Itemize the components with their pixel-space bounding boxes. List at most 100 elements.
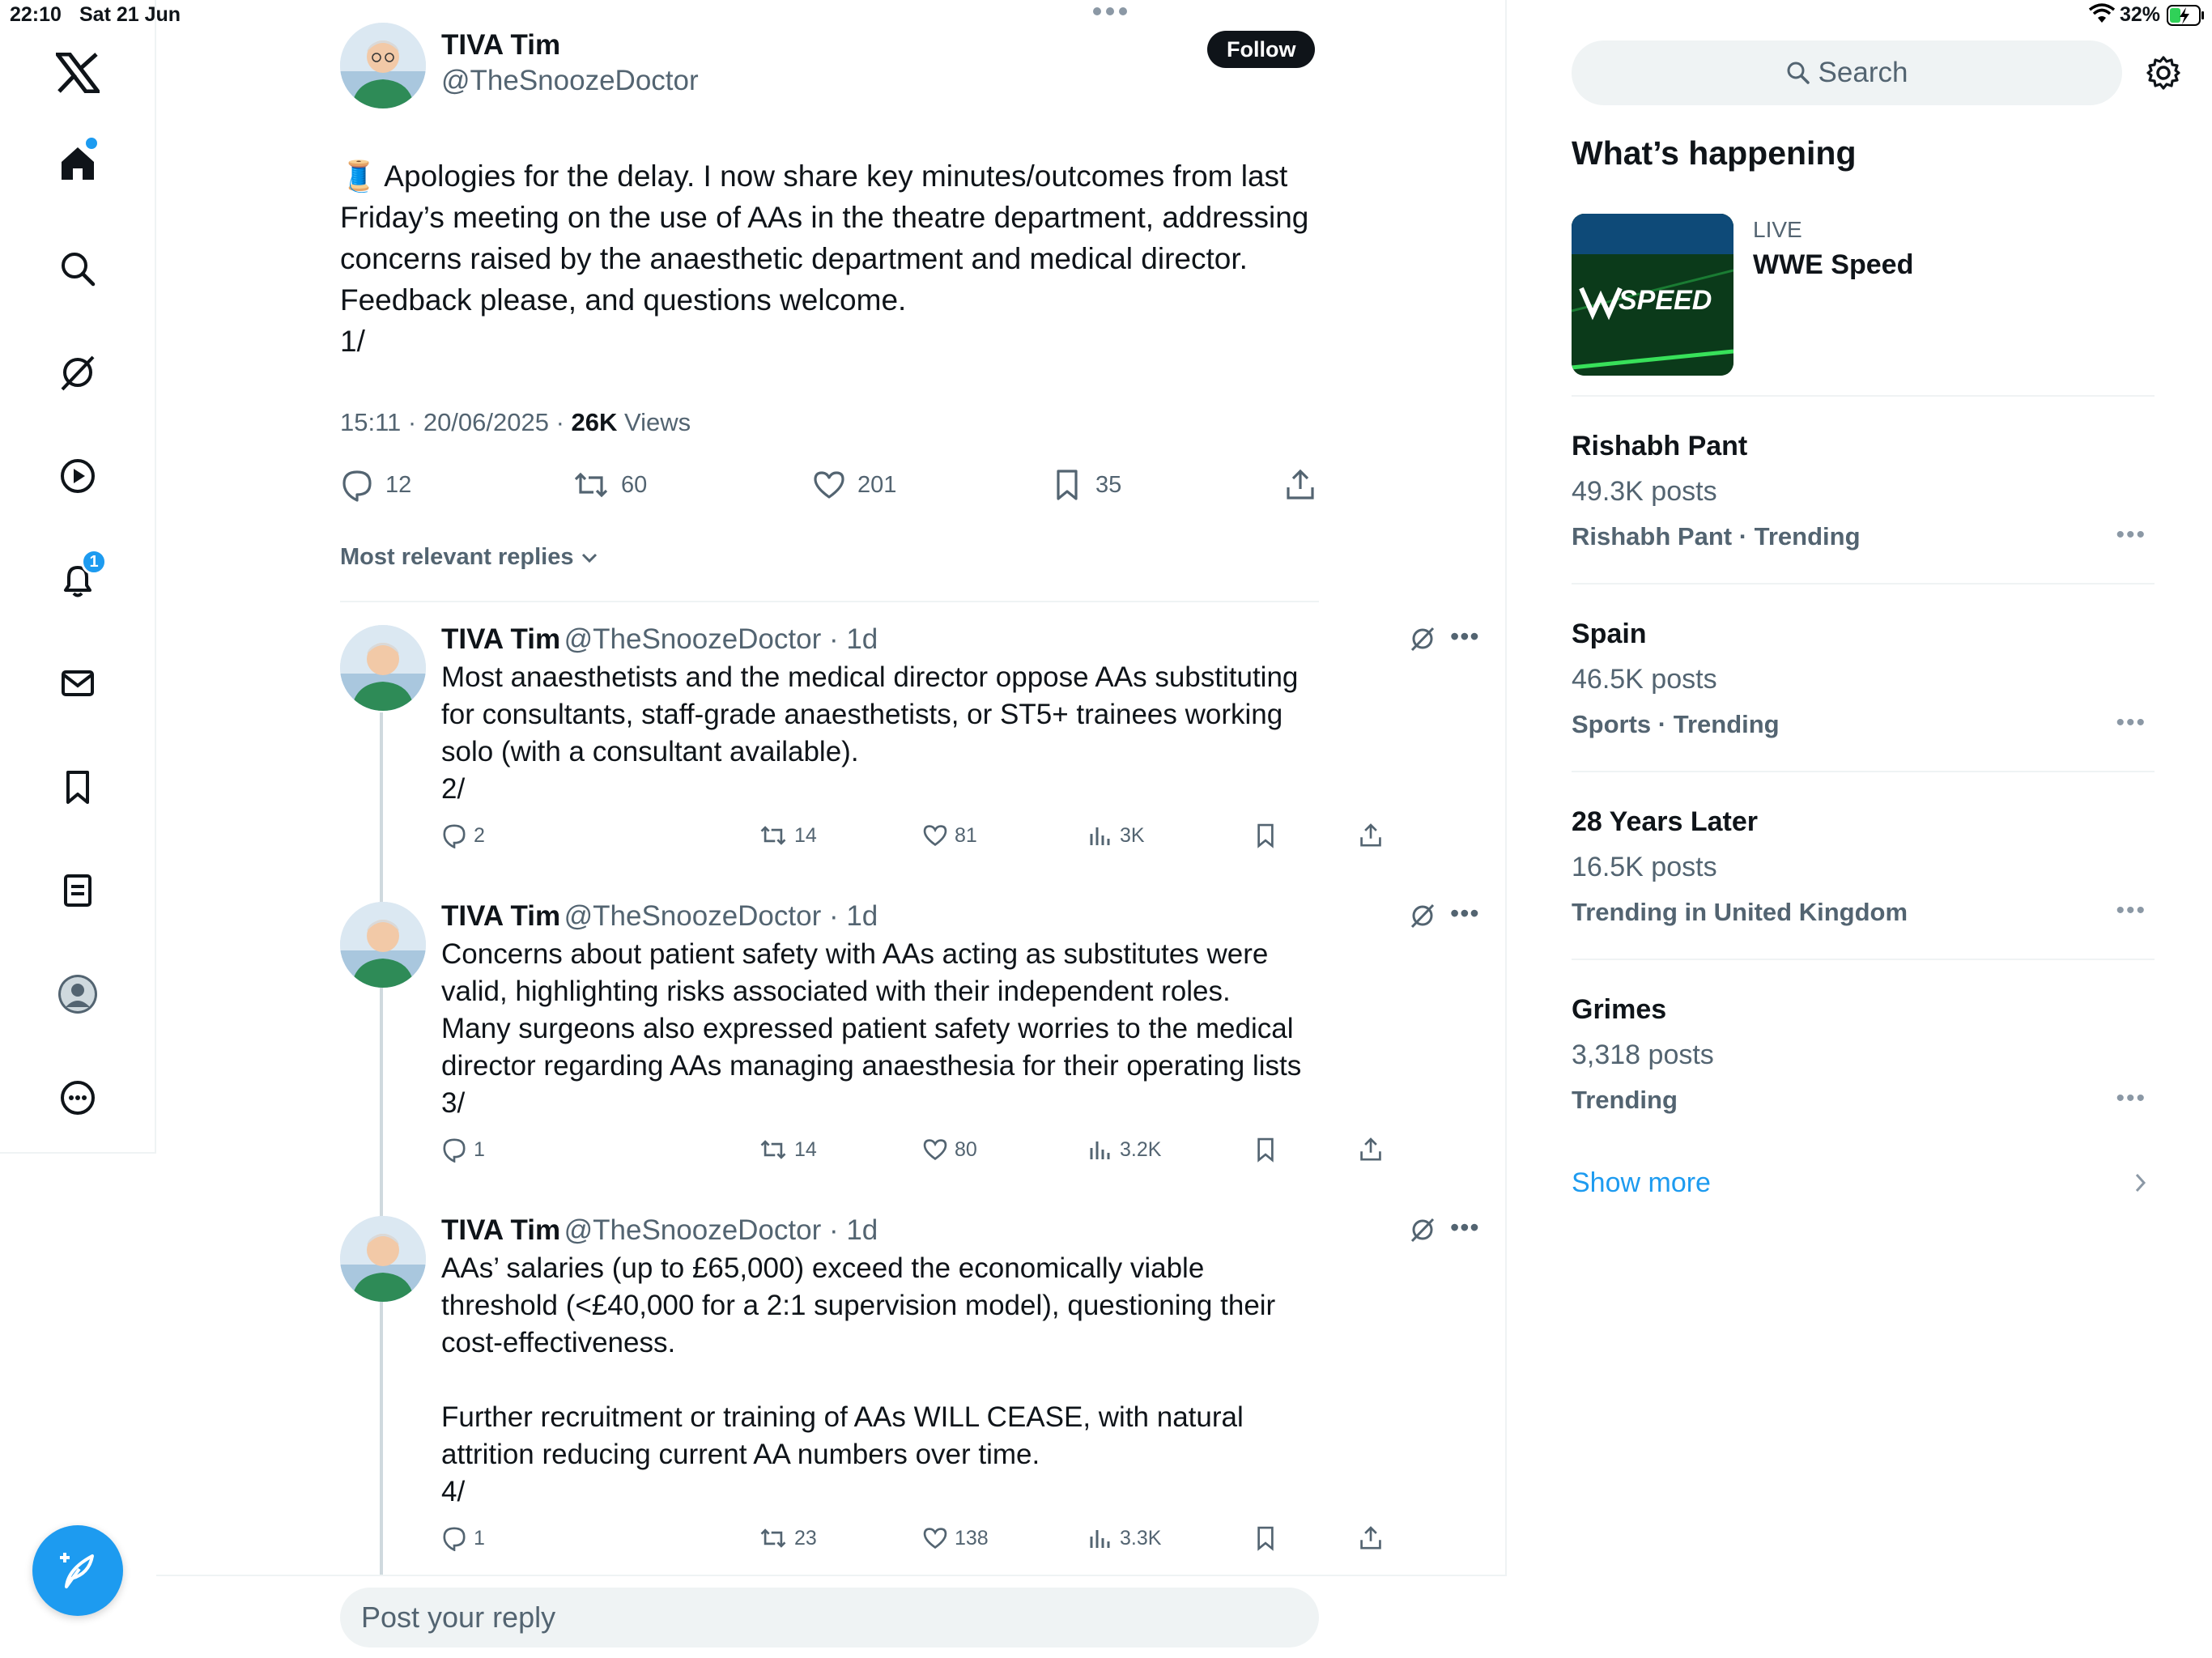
repost-count: 23	[794, 1526, 817, 1550]
video-play-icon[interactable]	[45, 444, 110, 508]
trend-item[interactable]: 28 Years Later 16.5K posts Trending in U…	[1572, 806, 2155, 927]
grok-icon[interactable]	[1410, 903, 1436, 929]
tweet-timestamp[interactable]: 15:11 · 20/06/2025 ·	[340, 408, 572, 436]
bookmark-icon	[1057, 470, 1078, 500]
like-count: 80	[955, 1137, 977, 1161]
trend-item[interactable]: Spain 46.5K posts Sports · Trending •••	[1572, 619, 2155, 739]
follow-button[interactable]: Follow	[1207, 31, 1316, 68]
replies-sort-dropdown[interactable]: Most relevant replies	[340, 544, 598, 571]
reply-author-name[interactable]: TIVA Tim	[441, 623, 560, 655]
messages-envelope-icon[interactable]	[45, 651, 110, 716]
bookmark-action[interactable]: 35	[1050, 468, 1121, 502]
like-action[interactable]: 138	[922, 1525, 989, 1551]
live-event-thumbnail[interactable]: SPEED	[1572, 214, 1733, 376]
chevron-right-icon[interactable]	[2133, 1171, 2148, 1195]
compose-post-button[interactable]	[32, 1525, 123, 1616]
share-action[interactable]	[1283, 468, 1317, 502]
reply-input[interactable]: Post your reply	[340, 1588, 1319, 1647]
author-handle[interactable]: @TheSnoozeDoctor	[441, 65, 699, 97]
repost-action[interactable]: 23	[759, 1525, 817, 1551]
reply-author-avatar[interactable]	[340, 625, 426, 711]
reply-author-handle[interactable]: @TheSnoozeDoctor · 1d	[564, 900, 878, 932]
trend-more-icon[interactable]: •••	[2116, 521, 2146, 549]
views-count: 3.3K	[1120, 1526, 1162, 1550]
grok-icon[interactable]	[45, 340, 110, 405]
repost-action[interactable]: 60	[572, 468, 647, 502]
reply-count: 2	[474, 823, 485, 847]
home-icon[interactable]	[45, 131, 110, 196]
trend-meta: Trending	[1572, 1086, 1678, 1114]
share-icon	[1360, 1137, 1381, 1161]
bookmark-action[interactable]	[1253, 1137, 1278, 1163]
reply-action[interactable]: 12	[340, 468, 411, 502]
reply-action[interactable]: 1	[441, 1137, 485, 1163]
author-name[interactable]: TIVA Tim	[441, 29, 560, 62]
tweet-views-label: Views	[617, 408, 691, 436]
more-options-icon[interactable]: •••	[1450, 899, 1480, 929]
share-action[interactable]	[1358, 1137, 1384, 1163]
search-icon[interactable]	[45, 236, 110, 301]
like-count: 138	[955, 1526, 989, 1550]
views-count: 3.2K	[1120, 1137, 1162, 1161]
views-action[interactable]: 3.2K	[1087, 1137, 1161, 1163]
trend-name: Spain	[1572, 619, 1647, 649]
more-options-icon[interactable]	[45, 1065, 110, 1130]
reply-author-name[interactable]: TIVA Tim	[441, 1214, 560, 1246]
reply-author-name[interactable]: TIVA Tim	[441, 900, 560, 932]
trend-more-icon[interactable]: •••	[2116, 897, 2146, 925]
profile-avatar-icon[interactable]	[45, 962, 110, 1027]
live-event-title[interactable]: WWE Speed	[1753, 249, 1913, 281]
reply-author-handle[interactable]: @TheSnoozeDoctor · 1d	[564, 623, 878, 655]
grok-icon[interactable]	[1410, 626, 1436, 652]
repost-icon	[760, 826, 786, 845]
notifications-bell-icon[interactable]: 1	[45, 547, 110, 612]
search-input[interactable]: Search	[1572, 40, 2122, 105]
reply-author-avatar[interactable]	[340, 1216, 426, 1302]
views-chart-icon	[1090, 827, 1110, 845]
reply-text: Most anaesthetists and the medical direc…	[441, 661, 1299, 805]
trend-more-icon[interactable]: •••	[2116, 1085, 2146, 1112]
repost-action[interactable]: 14	[759, 823, 817, 848]
more-options-icon[interactable]: •••	[1450, 1213, 1480, 1243]
main-column: TIVA Tim @TheSnoozeDoctor Follow 🧵 Apolo…	[156, 0, 1507, 1658]
show-more-link[interactable]: Show more	[1572, 1167, 1711, 1199]
repost-count: 60	[621, 471, 648, 498]
trend-more-icon[interactable]: •••	[2116, 709, 2146, 737]
author-avatar[interactable]	[340, 23, 426, 108]
bookmark-icon	[1257, 1526, 1274, 1551]
views-count: 3K	[1120, 823, 1145, 847]
bookmark-action[interactable]	[1253, 1525, 1278, 1551]
views-chart-icon	[1090, 1530, 1110, 1548]
reply-header: TIVA Tim @TheSnoozeDoctor · 1d	[441, 900, 878, 933]
views-action[interactable]: 3K	[1087, 823, 1145, 848]
bookmark-action[interactable]	[1253, 823, 1278, 848]
trend-name: Grimes	[1572, 994, 1667, 1025]
like-action[interactable]: 81	[922, 823, 977, 848]
repost-action[interactable]: 14	[759, 1137, 817, 1163]
more-options-icon[interactable]: •••	[1450, 622, 1480, 652]
share-action[interactable]	[1358, 1525, 1384, 1551]
reply-action[interactable]: 2	[441, 823, 485, 848]
share-action[interactable]	[1358, 823, 1384, 848]
reply-text: AAs’ salaries (up to £65,000) exceed the…	[441, 1252, 1276, 1507]
reply-action[interactable]: 1	[441, 1525, 485, 1551]
settings-gear-icon[interactable]	[2146, 55, 2181, 91]
lists-icon[interactable]	[45, 858, 110, 923]
grok-icon[interactable]	[1410, 1217, 1436, 1243]
like-action[interactable]: 201	[812, 468, 896, 502]
reply-header: TIVA Tim @TheSnoozeDoctor · 1d	[441, 1214, 878, 1247]
reply-author-handle[interactable]: @TheSnoozeDoctor · 1d	[564, 1214, 878, 1246]
views-action[interactable]: 3.3K	[1087, 1525, 1161, 1551]
x-logo-icon[interactable]	[45, 40, 110, 105]
bookmarks-icon[interactable]	[45, 755, 110, 819]
divider	[1572, 395, 2155, 397]
trend-item[interactable]: Rishabh Pant 49.3K posts Rishabh Pant · …	[1572, 431, 2155, 551]
like-action[interactable]: 80	[922, 1137, 977, 1163]
repost-icon	[574, 472, 608, 498]
repost-count: 14	[794, 823, 817, 847]
reply-author-avatar[interactable]	[340, 902, 426, 988]
live-event-logo-text: SPEED	[1619, 285, 1712, 316]
trend-item[interactable]: Grimes 3,318 posts Trending •••	[1572, 994, 2155, 1115]
trend-post-count: 46.5K posts	[1572, 664, 1717, 695]
whats-happening-heading: What’s happening	[1572, 134, 1857, 172]
